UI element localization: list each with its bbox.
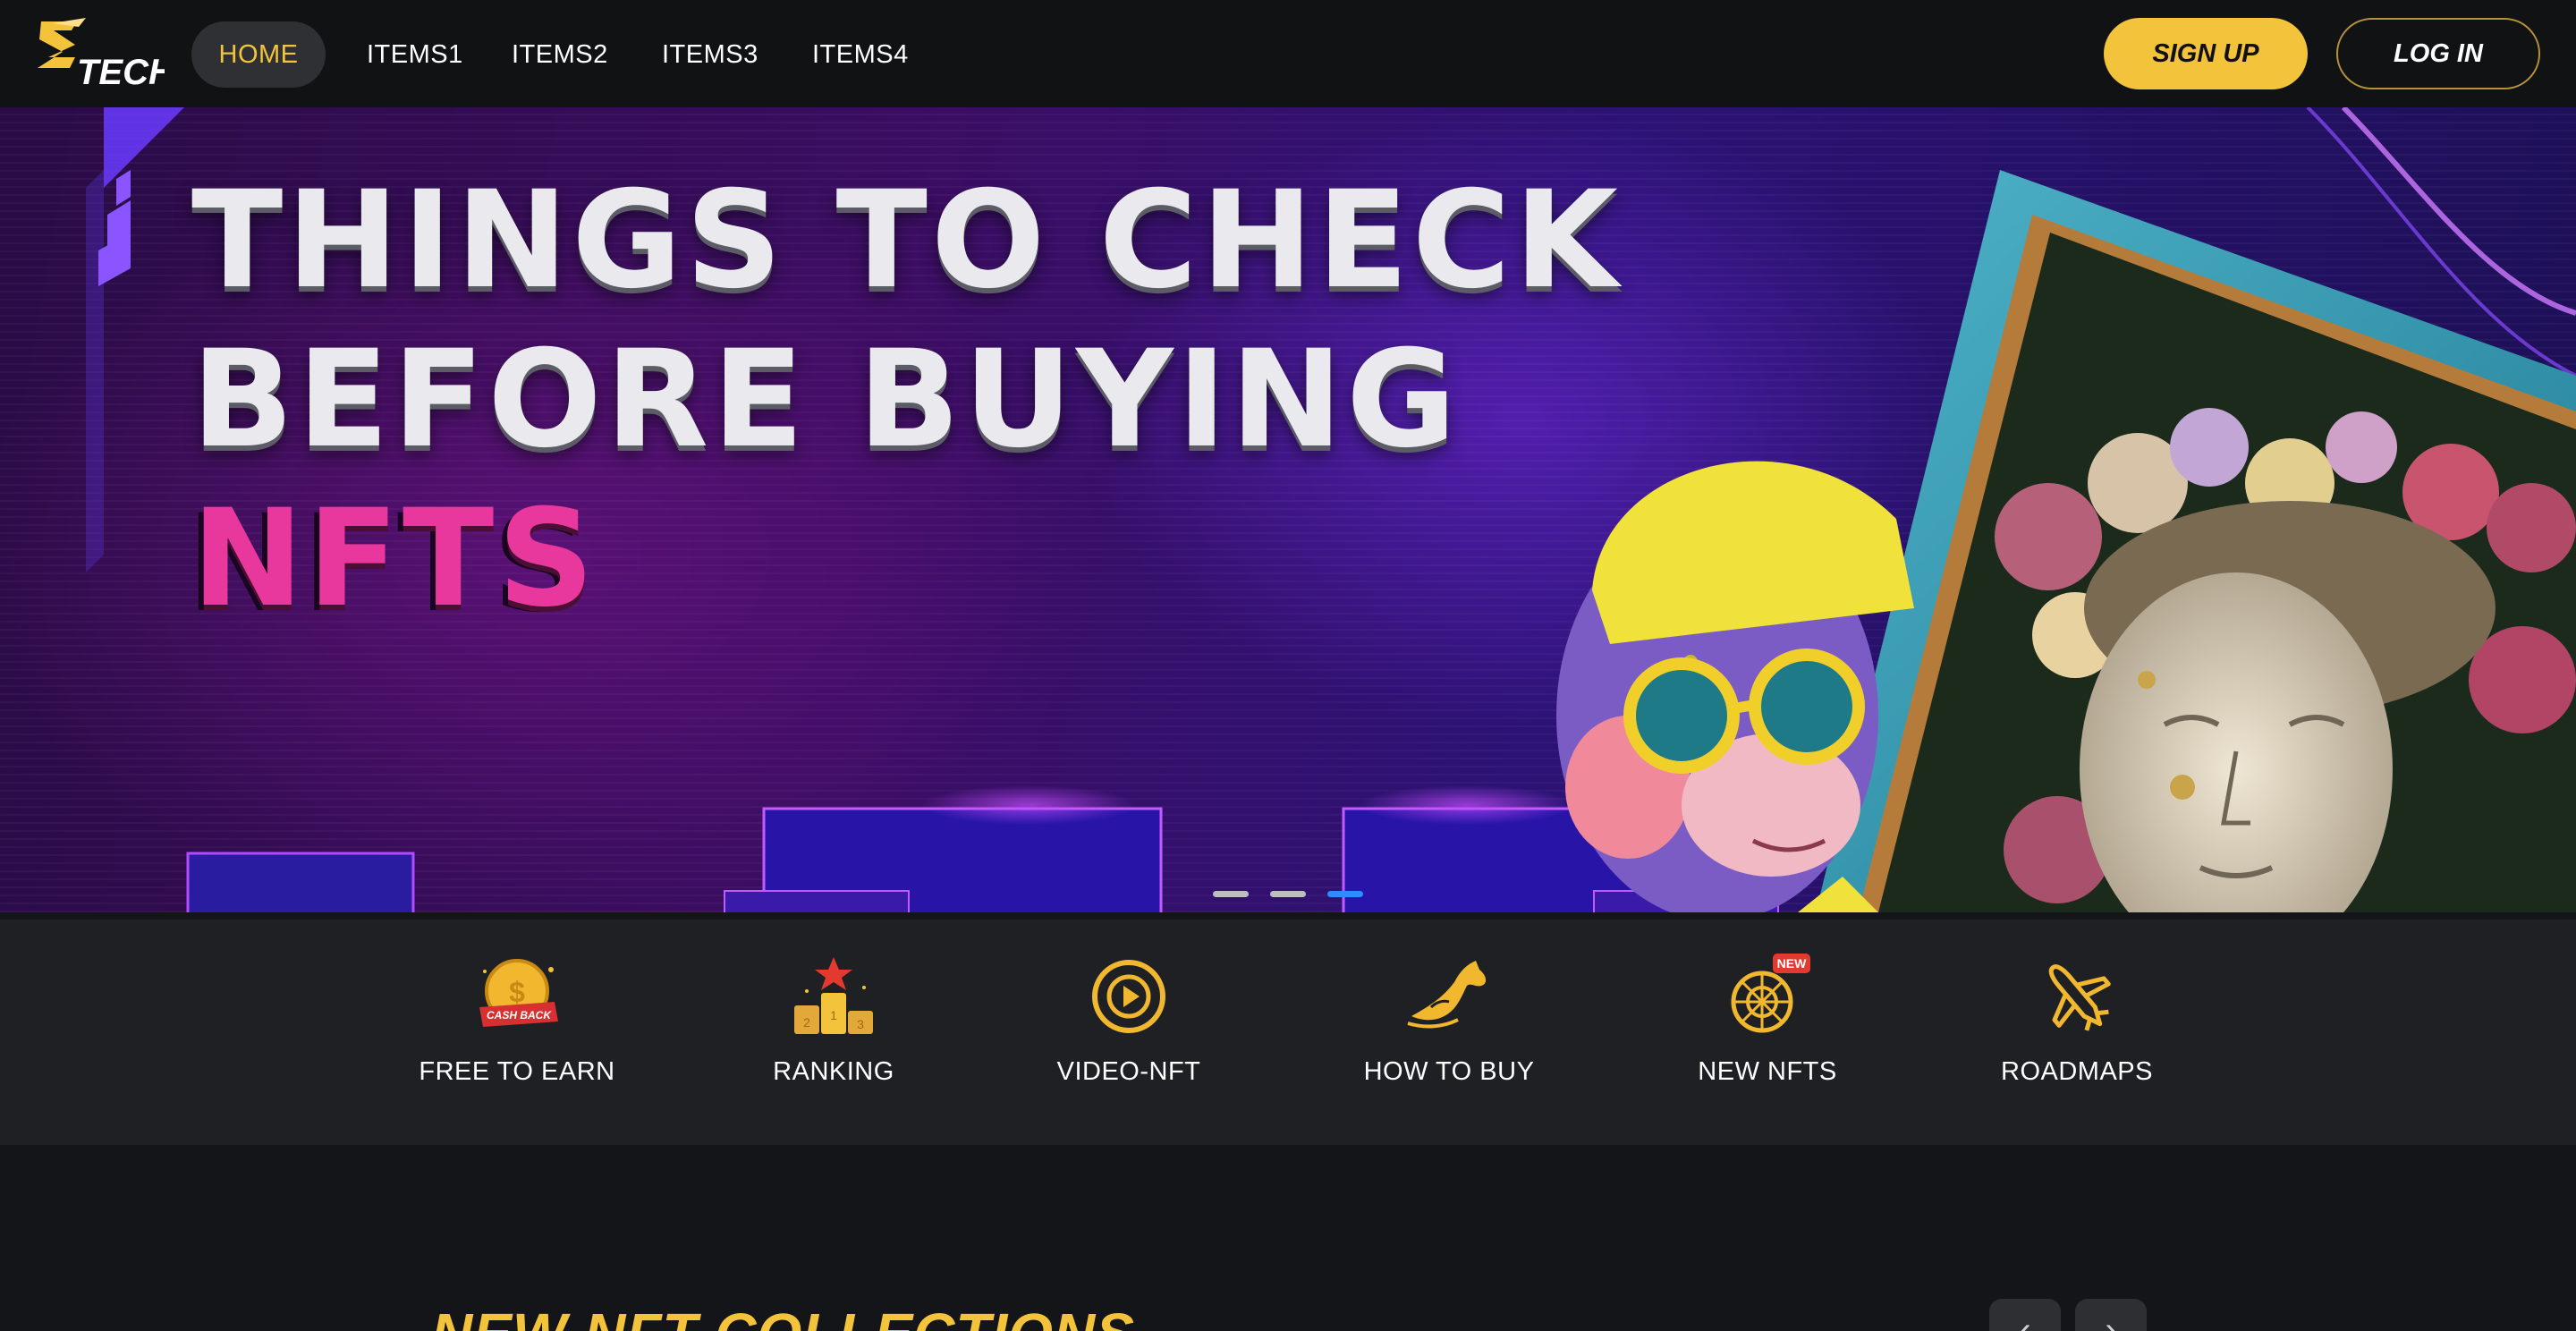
- horse-icon: [1407, 961, 1487, 1029]
- airplane-icon: [2048, 964, 2111, 1031]
- svg-text:$: $: [509, 976, 525, 1008]
- carousel-prev-button[interactable]: ‹: [1989, 1299, 2061, 1331]
- logo-text: TECH: [77, 53, 165, 89]
- feature-new-nfts[interactable]: NEW NEW NFTS: [1651, 952, 1884, 1131]
- feature-label: NEW NFTS: [1698, 1057, 1837, 1086]
- hero-headline-line2: BEFORE BUYING: [191, 322, 1461, 478]
- nav-items3[interactable]: ITEMS3: [662, 21, 758, 88]
- feature-label: ROADMAPS: [2001, 1057, 2153, 1086]
- hero-headline-line1: THINGS TO CHECK: [191, 163, 1623, 318]
- feature-bar: $ CASH BACK FREE TO EARN 2 1 3 RANKING V…: [0, 920, 2576, 1145]
- nav-items4[interactable]: ITEMS4: [812, 21, 909, 88]
- hero-headline: THINGS TO CHECK BEFORE BUYING NFTS: [191, 161, 1622, 639]
- feature-how-to-buy[interactable]: HOW TO BUY: [1333, 952, 1565, 1131]
- cashback-coin-icon: $ CASH BACK: [479, 959, 558, 1027]
- carousel-next-button[interactable]: ›: [2075, 1299, 2147, 1331]
- feature-label: FREE TO EARN: [419, 1057, 615, 1086]
- nav-items1[interactable]: ITEMS1: [367, 21, 463, 88]
- carousel-dot-2[interactable]: [1270, 891, 1306, 897]
- svg-text:1: 1: [830, 1008, 837, 1022]
- feature-roadmaps[interactable]: ROADMAPS: [1961, 952, 2193, 1131]
- nav-items2[interactable]: ITEMS2: [512, 21, 608, 88]
- svg-text:3: 3: [857, 1017, 864, 1031]
- cashback-text: CASH BACK: [487, 1009, 552, 1022]
- feature-video-nft[interactable]: VIDEO-NFT: [1013, 952, 1245, 1131]
- carousel-dot-1[interactable]: [1213, 891, 1249, 897]
- feature-label: VIDEO-NFT: [1056, 1057, 1201, 1086]
- svg-text:2: 2: [803, 1015, 810, 1030]
- feature-free-to-earn[interactable]: $ CASH BACK FREE TO EARN: [401, 952, 633, 1131]
- feature-label: RANKING: [773, 1057, 894, 1086]
- carousel-dots: [1213, 891, 1365, 900]
- signup-button[interactable]: SIGN UP: [2104, 18, 2308, 89]
- hero-banner[interactable]: THINGS TO CHECK BEFORE BUYING NFTS: [0, 107, 2576, 912]
- feature-label: HOW TO BUY: [1363, 1057, 1535, 1086]
- new-badge-text: NEW: [1777, 956, 1807, 971]
- login-button[interactable]: LOG IN: [2336, 18, 2540, 89]
- section-title: NEW NFT COLLECTIONS: [431, 1301, 1135, 1331]
- top-nav: TECH HOME ITEMS1 ITEMS2 ITEMS3 ITEMS4 SI…: [0, 0, 2576, 107]
- nav-home[interactable]: HOME: [191, 21, 326, 88]
- feature-ranking[interactable]: 2 1 3 RANKING: [717, 952, 950, 1131]
- podium-icon: 2 1 3: [794, 957, 873, 1034]
- wheel-icon: NEW: [1731, 954, 1810, 1033]
- hero-headline-line3: NFTS: [191, 481, 598, 637]
- brand-logo[interactable]: TECH: [36, 18, 165, 89]
- play-circle-icon: [1092, 960, 1165, 1033]
- carousel-dot-3[interactable]: [1327, 891, 1363, 897]
